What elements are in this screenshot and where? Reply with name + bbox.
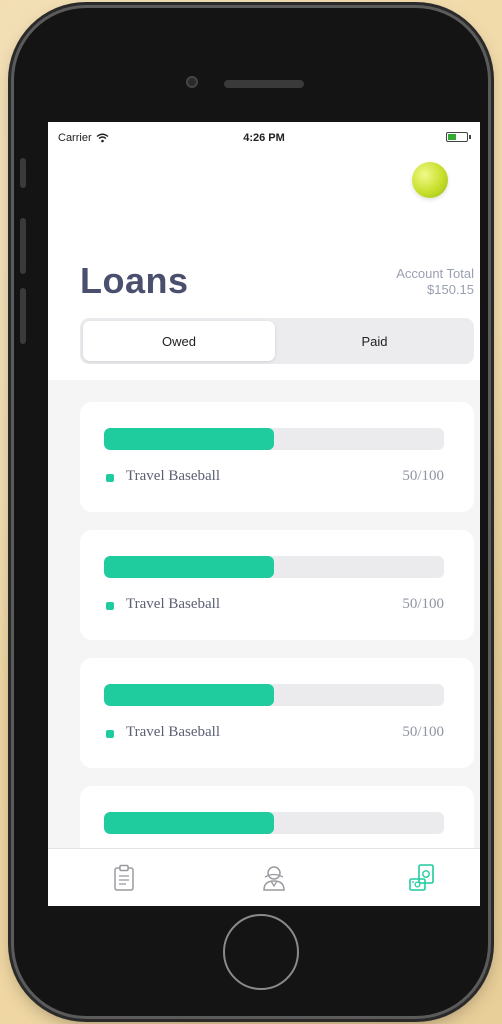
- tab-bar: [48, 848, 480, 906]
- loan-progress-bar: [104, 812, 444, 834]
- loan-progress-bar: [104, 684, 444, 706]
- account-total: Account Total $150.15: [396, 266, 474, 298]
- loan-card[interactable]: Travel Baseball 50/100: [80, 658, 474, 768]
- front-camera: [186, 76, 198, 88]
- account-total-value: $150.15: [427, 282, 474, 297]
- segment-owed-button[interactable]: Owed: [83, 321, 275, 361]
- tab-money[interactable]: [402, 861, 442, 895]
- status-bar: Carrier 4:26 PM: [48, 122, 480, 152]
- loan-color-dot: [106, 730, 114, 738]
- account-total-label: Account Total: [396, 266, 474, 281]
- page-title: Loans: [80, 260, 189, 301]
- tennis-ball-avatar[interactable]: [412, 162, 448, 198]
- loan-card[interactable]: [80, 786, 474, 848]
- loan-progress-fill: [104, 684, 274, 706]
- battery-level: [448, 134, 456, 140]
- loan-name: Travel Baseball: [126, 724, 221, 740]
- loan-progress-fill: [104, 812, 274, 834]
- owed-paid-segmented-control: Owed Paid: [80, 318, 474, 364]
- volume-down-button: [20, 288, 26, 344]
- loan-progress-bar: [104, 428, 444, 450]
- loans-list[interactable]: Travel Baseball 50/100 Travel Baseball 5…: [48, 380, 480, 848]
- mute-switch: [20, 158, 26, 188]
- app-screen: Carrier 4:26 PM Loans Account Total $150…: [48, 122, 480, 906]
- loan-progress-fill: [104, 428, 274, 450]
- clipboard-icon: [113, 864, 135, 892]
- segment-paid-button[interactable]: Paid: [278, 321, 471, 361]
- home-button[interactable]: [223, 914, 299, 990]
- loan-color-dot: [106, 602, 114, 610]
- loan-progress-fill: [104, 556, 274, 578]
- loan-name: Travel Baseball: [126, 468, 221, 484]
- loan-amount: 50/100: [402, 468, 444, 484]
- status-time: 4:26 PM: [243, 132, 285, 144]
- loan-card[interactable]: Travel Baseball 50/100: [80, 402, 474, 512]
- volume-up-button: [20, 218, 26, 274]
- loan-card[interactable]: Travel Baseball 50/100: [80, 530, 474, 640]
- loan-amount: 50/100: [402, 596, 444, 612]
- battery-icon: [446, 132, 471, 142]
- phone-frame: Carrier 4:26 PM Loans Account Total $150…: [14, 8, 488, 1016]
- tab-clipboard[interactable]: [104, 861, 144, 895]
- earpiece-speaker: [224, 80, 304, 88]
- loan-color-dot: [106, 474, 114, 482]
- money-icon: [407, 863, 437, 893]
- loan-name: Travel Baseball: [126, 596, 221, 612]
- loan-amount: 50/100: [402, 724, 444, 740]
- person-icon: [260, 864, 288, 892]
- tab-person[interactable]: [254, 861, 294, 895]
- loan-progress-bar: [104, 556, 444, 578]
